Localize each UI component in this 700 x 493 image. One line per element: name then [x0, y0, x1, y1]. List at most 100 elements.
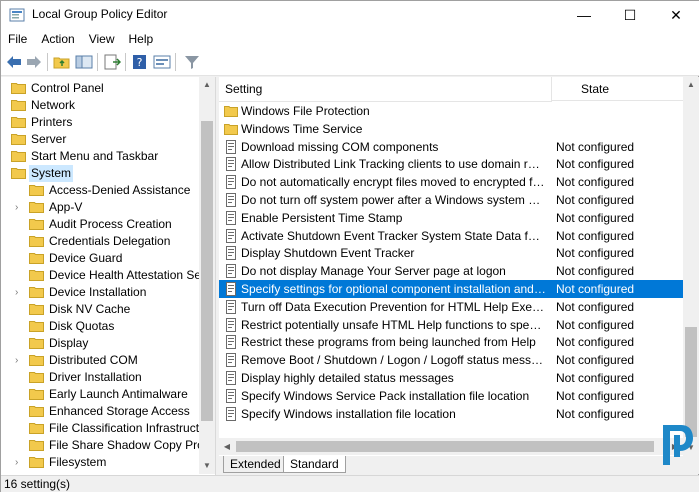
export-list-icon[interactable] — [103, 54, 121, 70]
menu-view[interactable]: View — [82, 29, 122, 49]
folder-icon — [29, 253, 44, 264]
tree-item[interactable]: Display — [1, 335, 199, 352]
policy-setting-icon — [226, 193, 236, 207]
group-policy-app-icon — [9, 8, 25, 22]
list-policy-row[interactable]: Do not display Manage Your Server page a… — [219, 262, 684, 280]
setting-state: Not configured — [556, 371, 635, 385]
setting-name: Windows Time Service — [241, 121, 363, 136]
tree-item[interactable]: Early Launch Antimalware — [1, 386, 199, 403]
list-policy-row[interactable]: Display Shutdown Event Tracker Not config… — [219, 244, 684, 262]
column-header-setting[interactable]: Setting — [219, 77, 552, 102]
tree-item[interactable]: Printers — [1, 114, 199, 131]
menu-action[interactable]: Action — [34, 29, 81, 49]
list-policy-row[interactable]: Display highly detailed status messages N… — [219, 369, 684, 387]
tree-item[interactable]: Audit Process Creation — [1, 216, 199, 233]
tree-scroll-thumb[interactable] — [201, 121, 213, 421]
title-bar[interactable]: Local Group Policy Editor — ☐ ✕ — [1, 1, 699, 29]
setting-state: Not configured — [556, 175, 635, 190]
tree-item[interactable]: › App-V — [1, 199, 199, 216]
chevron-right-icon[interactable]: › — [15, 199, 25, 216]
back-arrow-icon[interactable] — [5, 54, 23, 70]
show-hide-tree-icon[interactable] — [75, 54, 93, 70]
tree-item[interactable]: Credentials Delegation — [1, 233, 199, 250]
tab-extended[interactable]: Extended — [223, 456, 288, 473]
list-policy-row[interactable]: Activate Shutdown Event Tracker System S… — [219, 227, 684, 245]
list-policy-row[interactable]: Allow Distributed Link Tracking clients … — [219, 155, 684, 173]
tree-item-label: Printers — [31, 115, 73, 129]
menu-file[interactable]: File — [1, 29, 34, 49]
tree-item[interactable]: File Share Shadow Copy Provic — [1, 437, 215, 454]
setting-name: Do not turn off system power after a Win… — [241, 193, 546, 207]
filter-icon[interactable] — [183, 54, 201, 70]
list-policy-row[interactable]: Do not turn off system power after a Win… — [219, 191, 684, 209]
list-policy-row[interactable]: Enable Persistent Time Stamp Not configur… — [219, 209, 684, 227]
close-button[interactable]: ✕ — [653, 1, 699, 29]
chevron-right-icon[interactable]: › — [15, 454, 25, 471]
list-policy-row[interactable]: Turn off Data Execution Prevention for H… — [219, 298, 684, 316]
chevron-right-icon[interactable]: › — [15, 352, 25, 369]
list-hscroll-thumb[interactable] — [236, 441, 654, 452]
tree-item[interactable]: Control Panel — [1, 80, 199, 97]
scroll-left-arrow-icon[interactable]: ◀ — [219, 438, 235, 455]
menu-help[interactable]: Help — [122, 29, 161, 49]
setting-state: Not configured — [556, 139, 635, 154]
folder-icon — [29, 338, 44, 349]
folder-icon — [29, 440, 44, 451]
list-policy-row[interactable]: Remove Boot / Shutdown / Logon / Logoff … — [219, 351, 684, 369]
list-policy-row[interactable]: Specify Windows Service Pack installatio… — [219, 387, 684, 405]
chevron-right-icon[interactable]: › — [15, 284, 25, 301]
tree-item[interactable]: Network — [1, 97, 199, 114]
tree-item-label: Control Panel — [31, 81, 104, 95]
tree-item[interactable]: Server — [1, 131, 199, 148]
setting-name: Do not display Manage Your Server page a… — [241, 264, 506, 279]
tree-item-label: Display — [49, 336, 89, 350]
forward-arrow-icon[interactable] — [25, 54, 43, 70]
tree-item[interactable]: Device Health Attestation Serv — [1, 267, 211, 284]
list-horizontal-scrollbar[interactable]: ◀ ▶ — [219, 438, 683, 455]
list-vertical-scrollbar[interactable]: ▲ ▼ — [683, 77, 699, 456]
list-policy-row[interactable]: Specify Windows installation file locati… — [219, 405, 684, 423]
tree-vertical-scrollbar[interactable]: ▲ ▼ — [199, 77, 215, 474]
list-policy-row[interactable]: Do not automatically encrypt files moved… — [219, 173, 684, 191]
tree-item[interactable]: Access-Denied Assistance — [1, 182, 199, 199]
policy-setting-icon — [226, 335, 236, 350]
tree-item[interactable]: › Distributed COM — [1, 352, 199, 369]
menu-bar: File Action View Help — [1, 29, 699, 49]
tree-item[interactable]: › Device Installation — [1, 284, 199, 301]
tree-item[interactable]: System — [1, 165, 199, 182]
scroll-down-arrow-icon[interactable]: ▼ — [199, 458, 215, 474]
tree-item[interactable]: Start Menu and Taskbar — [1, 148, 199, 165]
tree-item[interactable]: Device Guard — [1, 250, 199, 267]
list-folder-row[interactable]: Windows File Protection — [219, 102, 684, 120]
tree-item[interactable]: Driver Installation — [1, 369, 199, 386]
column-header-state[interactable]: State — [552, 77, 684, 101]
prajwal-logo-icon — [663, 425, 693, 465]
scroll-up-arrow-icon[interactable]: ▲ — [683, 77, 699, 93]
up-folder-icon[interactable] — [53, 54, 71, 70]
list-policy-row[interactable]: Specify settings for optional component … — [219, 280, 684, 298]
minimize-button[interactable]: — — [561, 1, 607, 29]
policy-setting-icon — [226, 282, 236, 296]
setting-state: Not configured — [556, 335, 635, 350]
setting-name: Specify Windows Service Pack installatio… — [241, 388, 530, 403]
scroll-up-arrow-icon[interactable]: ▲ — [199, 77, 215, 93]
tree-item[interactable]: Disk NV Cache — [1, 301, 199, 318]
settings-list[interactable]: Setting State Windows File Protection Win… — [219, 77, 699, 457]
tree-item[interactable]: File Classification Infrastructur — [1, 420, 210, 437]
tab-standard[interactable]: Standard — [283, 456, 346, 473]
navigation-tree[interactable]: Control Panel Network Printers Server Start … — [1, 77, 216, 475]
list-folder-row[interactable]: Windows Time Service — [219, 120, 684, 138]
tree-item[interactable]: Enhanced Storage Access — [1, 403, 199, 420]
list-policy-row[interactable]: Restrict these programs from being launc… — [219, 333, 684, 351]
maximize-button[interactable]: ☐ — [607, 1, 653, 29]
tree-item-label: Network — [31, 98, 76, 112]
properties-icon[interactable] — [153, 54, 171, 70]
list-policy-row[interactable]: Download missing COM components Not confi… — [219, 138, 684, 156]
policy-setting-icon — [226, 210, 236, 225]
help-icon[interactable]: ? — [131, 54, 149, 70]
tree-item-label: Device Guard — [49, 251, 123, 265]
tree-item[interactable]: Disk Quotas — [1, 318, 199, 335]
tree-item[interactable]: › Filesystem — [1, 454, 199, 471]
folder-icon — [29, 287, 44, 298]
list-policy-row[interactable]: Restrict potentially unsafe HTML Help fu… — [219, 316, 684, 334]
